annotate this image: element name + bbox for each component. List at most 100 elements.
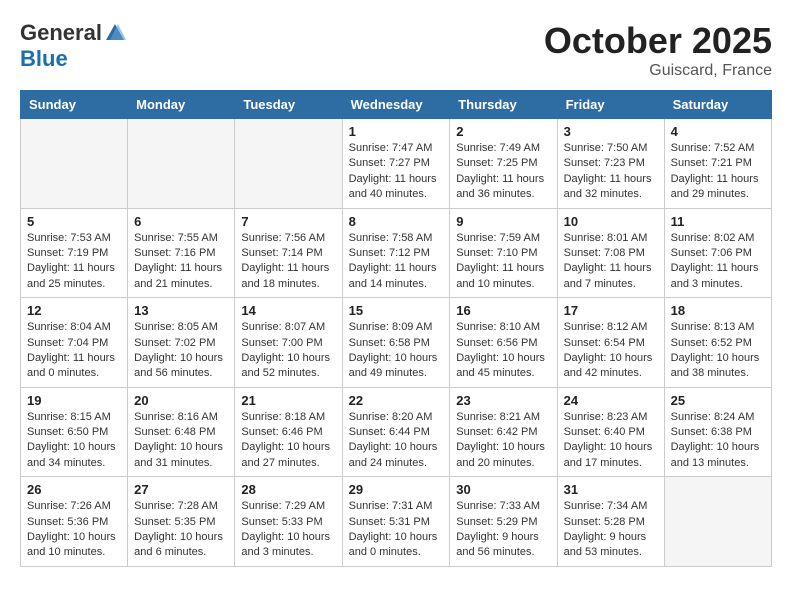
day-number: 11 (671, 214, 765, 229)
day-number: 15 (349, 303, 444, 318)
weekday-header-sunday: Sunday (21, 91, 128, 119)
weekday-header-wednesday: Wednesday (342, 91, 450, 119)
day-info: Sunrise: 7:53 AM Sunset: 7:19 PM Dayligh… (27, 231, 121, 293)
calendar-cell: 31Sunrise: 7:34 AM Sunset: 5:28 PM Dayli… (557, 477, 664, 567)
day-info: Sunrise: 8:23 AM Sunset: 6:40 PM Dayligh… (564, 410, 658, 472)
logo-icon (104, 22, 126, 44)
day-number: 30 (456, 482, 550, 497)
day-info: Sunrise: 7:59 AM Sunset: 7:10 PM Dayligh… (456, 231, 550, 293)
day-info: Sunrise: 7:47 AM Sunset: 7:27 PM Dayligh… (349, 141, 444, 203)
logo: General Blue (20, 20, 126, 72)
day-number: 2 (456, 124, 550, 139)
day-number: 4 (671, 124, 765, 139)
week-row-4: 19 Sunrise: 8:15 AM Sunset: 6:50 PM Dayli… (21, 387, 772, 477)
calendar-cell: 23Sunrise: 8:21 AM Sunset: 6:42 PM Dayli… (450, 387, 557, 477)
month-title: October 2025 (544, 20, 772, 62)
day-number: 24 (564, 393, 658, 408)
calendar-cell: 20 Sunrise: 8:16 AM Sunset: 6:48 PM Dayli… (128, 387, 235, 477)
day-number: 25 (671, 393, 765, 408)
week-row-5: 26 Sunrise: 7:26 AM Sunset: 5:36 PM Dayli… (21, 477, 772, 567)
calendar-cell: 6Sunrise: 7:55 AM Sunset: 7:16 PM Daylig… (128, 208, 235, 298)
calendar-cell: 13Sunrise: 8:05 AM Sunset: 7:02 PM Dayli… (128, 298, 235, 388)
calendar-cell: 19 Sunrise: 8:15 AM Sunset: 6:50 PM Dayli… (21, 387, 128, 477)
calendar-cell: 2Sunrise: 7:49 AM Sunset: 7:25 PM Daylig… (450, 119, 557, 209)
day-info: Sunrise: 7:52 AM Sunset: 7:21 PM Dayligh… (671, 141, 765, 203)
weekday-header-friday: Friday (557, 91, 664, 119)
day-info: Sunrise: 8:18 AM Sunset: 6:46 PM Dayligh… (241, 410, 335, 472)
week-row-3: 12 Sunrise: 8:04 AM Sunset: 7:04 PM Dayli… (21, 298, 772, 388)
calendar-cell: 4 Sunrise: 7:52 AM Sunset: 7:21 PM Daylig… (664, 119, 771, 209)
week-row-2: 5 Sunrise: 7:53 AM Sunset: 7:19 PM Daylig… (21, 208, 772, 298)
day-number: 22 (349, 393, 444, 408)
day-info: Sunrise: 8:04 AM Sunset: 7:04 PM Dayligh… (27, 320, 121, 382)
day-number: 23 (456, 393, 550, 408)
calendar-cell (128, 119, 235, 209)
calendar-cell: 10 Sunrise: 8:01 AM Sunset: 7:08 PM Dayli… (557, 208, 664, 298)
calendar-cell (664, 477, 771, 567)
day-number: 6 (134, 214, 228, 229)
calendar-cell: 18Sunrise: 8:13 AM Sunset: 6:52 PM Dayli… (664, 298, 771, 388)
day-info: Sunrise: 8:20 AM Sunset: 6:44 PM Dayligh… (349, 410, 444, 472)
calendar-cell: 21Sunrise: 8:18 AM Sunset: 6:46 PM Dayli… (235, 387, 342, 477)
logo-general-text: General (20, 20, 102, 46)
calendar-cell: 24 Sunrise: 8:23 AM Sunset: 6:40 PM Dayli… (557, 387, 664, 477)
day-info: Sunrise: 8:01 AM Sunset: 7:08 PM Dayligh… (564, 231, 658, 293)
day-info: Sunrise: 8:15 AM Sunset: 6:50 PM Dayligh… (27, 410, 121, 472)
day-number: 17 (564, 303, 658, 318)
day-info: Sunrise: 7:29 AM Sunset: 5:33 PM Dayligh… (241, 499, 335, 561)
day-info: Sunrise: 7:50 AM Sunset: 7:23 PM Dayligh… (564, 141, 658, 203)
day-info: Sunrise: 8:16 AM Sunset: 6:48 PM Dayligh… (134, 410, 228, 472)
calendar-cell (235, 119, 342, 209)
location: Guiscard, France (544, 62, 772, 80)
day-info: Sunrise: 7:26 AM Sunset: 5:36 PM Dayligh… (27, 499, 121, 561)
day-info: Sunrise: 8:10 AM Sunset: 6:56 PM Dayligh… (456, 320, 550, 382)
calendar-cell: 16Sunrise: 8:10 AM Sunset: 6:56 PM Dayli… (450, 298, 557, 388)
day-info: Sunrise: 7:31 AM Sunset: 5:31 PM Dayligh… (349, 499, 444, 561)
day-info: Sunrise: 7:56 AM Sunset: 7:14 PM Dayligh… (241, 231, 335, 293)
page-header: General Blue October 2025 Guiscard, Fran… (20, 20, 772, 80)
calendar-cell: 22 Sunrise: 8:20 AM Sunset: 6:44 PM Dayli… (342, 387, 450, 477)
day-number: 14 (241, 303, 335, 318)
day-number: 9 (456, 214, 550, 229)
calendar-cell: 14 Sunrise: 8:07 AM Sunset: 7:00 PM Dayli… (235, 298, 342, 388)
calendar-cell (21, 119, 128, 209)
weekday-header-thursday: Thursday (450, 91, 557, 119)
day-number: 10 (564, 214, 658, 229)
day-number: 3 (564, 124, 658, 139)
calendar-cell: 26 Sunrise: 7:26 AM Sunset: 5:36 PM Dayli… (21, 477, 128, 567)
day-info: Sunrise: 8:09 AM Sunset: 6:58 PM Dayligh… (349, 320, 444, 382)
day-info: Sunrise: 7:34 AM Sunset: 5:28 PM Dayligh… (564, 499, 658, 561)
title-section: October 2025 Guiscard, France (544, 20, 772, 80)
day-number: 12 (27, 303, 121, 318)
calendar-cell: 28 Sunrise: 7:29 AM Sunset: 5:33 PM Dayli… (235, 477, 342, 567)
day-info: Sunrise: 8:24 AM Sunset: 6:38 PM Dayligh… (671, 410, 765, 472)
day-info: Sunrise: 8:02 AM Sunset: 7:06 PM Dayligh… (671, 231, 765, 293)
weekday-header-saturday: Saturday (664, 91, 771, 119)
calendar-cell: 3 Sunrise: 7:50 AM Sunset: 7:23 PM Daylig… (557, 119, 664, 209)
day-info: Sunrise: 7:28 AM Sunset: 5:35 PM Dayligh… (134, 499, 228, 561)
day-number: 5 (27, 214, 121, 229)
weekday-header-monday: Monday (128, 91, 235, 119)
weekday-header-tuesday: Tuesday (235, 91, 342, 119)
day-number: 28 (241, 482, 335, 497)
day-info: Sunrise: 8:07 AM Sunset: 7:00 PM Dayligh… (241, 320, 335, 382)
day-info: Sunrise: 8:13 AM Sunset: 6:52 PM Dayligh… (671, 320, 765, 382)
calendar-cell: 9 Sunrise: 7:59 AM Sunset: 7:10 PM Daylig… (450, 208, 557, 298)
week-row-1: 1Sunrise: 7:47 AM Sunset: 7:27 PM Daylig… (21, 119, 772, 209)
day-info: Sunrise: 8:05 AM Sunset: 7:02 PM Dayligh… (134, 320, 228, 382)
calendar-cell: 8Sunrise: 7:58 AM Sunset: 7:12 PM Daylig… (342, 208, 450, 298)
day-number: 19 (27, 393, 121, 408)
calendar-cell: 30 Sunrise: 7:33 AM Sunset: 5:29 PM Dayli… (450, 477, 557, 567)
calendar-cell: 12 Sunrise: 8:04 AM Sunset: 7:04 PM Dayli… (21, 298, 128, 388)
calendar-cell: 29Sunrise: 7:31 AM Sunset: 5:31 PM Dayli… (342, 477, 450, 567)
day-number: 26 (27, 482, 121, 497)
weekday-header-row: SundayMondayTuesdayWednesdayThursdayFrid… (21, 91, 772, 119)
day-number: 27 (134, 482, 228, 497)
day-number: 20 (134, 393, 228, 408)
day-info: Sunrise: 7:33 AM Sunset: 5:29 PM Dayligh… (456, 499, 550, 561)
calendar-table: SundayMondayTuesdayWednesdayThursdayFrid… (20, 90, 772, 567)
logo-blue-text: Blue (20, 46, 68, 72)
calendar-cell: 7Sunrise: 7:56 AM Sunset: 7:14 PM Daylig… (235, 208, 342, 298)
day-number: 8 (349, 214, 444, 229)
calendar-cell: 15 Sunrise: 8:09 AM Sunset: 6:58 PM Dayli… (342, 298, 450, 388)
